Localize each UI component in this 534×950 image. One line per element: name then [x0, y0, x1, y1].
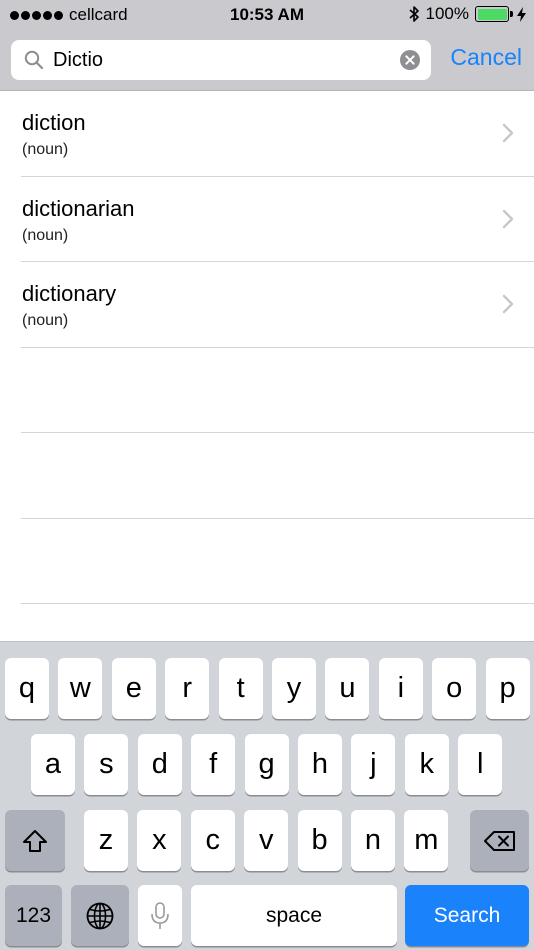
numbers-key[interactable]: 123 — [5, 885, 62, 946]
search-query: Dictio — [53, 49, 104, 71]
key-k[interactable]: k — [404, 734, 449, 795]
shift-key[interactable] — [5, 810, 65, 871]
globe-key[interactable] — [71, 885, 129, 946]
key-h[interactable]: h — [298, 734, 342, 795]
dictation-key[interactable] — [138, 885, 182, 946]
chevron-right-icon — [502, 209, 514, 228]
key-j[interactable]: j — [351, 734, 396, 795]
space-key[interactable]: space — [191, 885, 397, 946]
result-part-of-speech: (noun) — [22, 226, 69, 244]
battery-percent: 100% — [425, 4, 469, 23]
empty-row — [21, 433, 534, 519]
search-key[interactable]: Search — [405, 885, 529, 946]
delete-icon — [483, 830, 515, 851]
key-c[interactable]: c — [190, 810, 235, 871]
delete-key[interactable] — [470, 810, 529, 871]
key-z[interactable]: z — [84, 810, 128, 871]
status-right: 100% — [408, 4, 526, 24]
key-m[interactable]: m — [404, 810, 449, 871]
result-word: diction — [22, 110, 86, 135]
key-a[interactable]: a — [31, 734, 75, 795]
key-u[interactable]: u — [325, 658, 370, 719]
charging-bolt-icon — [517, 6, 526, 22]
results-list: diction (noun) dictionarian (noun) dicti… — [0, 91, 534, 604]
battery-level — [477, 8, 507, 20]
chevron-right-icon — [502, 294, 514, 314]
key-r[interactable]: r — [165, 658, 210, 719]
key-s[interactable]: s — [84, 734, 129, 795]
key-l[interactable]: l — [458, 734, 503, 795]
clear-icon[interactable] — [400, 50, 420, 70]
result-row-dictionarian[interactable]: dictionarian (noun) — [21, 177, 534, 262]
microphone-icon — [151, 901, 169, 929]
key-w[interactable]: w — [58, 658, 103, 719]
chevron-right-icon — [502, 123, 514, 143]
result-word: dictionarian — [22, 195, 135, 221]
key-e[interactable]: e — [111, 658, 156, 719]
empty-row — [21, 519, 534, 604]
result-row-diction[interactable]: diction (noun) — [21, 91, 534, 177]
search-input[interactable]: Dictio — [11, 40, 431, 80]
key-p[interactable]: p — [485, 658, 530, 719]
key-f[interactable]: f — [191, 734, 236, 795]
key-x[interactable]: x — [137, 810, 182, 871]
shift-icon — [23, 829, 47, 852]
result-part-of-speech: (noun) — [22, 312, 69, 329]
empty-row — [21, 348, 534, 433]
result-row-dictionary[interactable]: dictionary (noun) — [21, 262, 534, 348]
key-n[interactable]: n — [351, 810, 395, 871]
key-b[interactable]: b — [297, 810, 342, 871]
key-q[interactable]: q — [5, 658, 49, 719]
cancel-button[interactable]: Cancel — [450, 44, 522, 71]
key-v[interactable]: v — [244, 810, 289, 871]
key-o[interactable]: o — [432, 658, 477, 719]
keyboard: qwertyuiop asdfghjkl zxcvbnm 123 space S — [0, 641, 534, 950]
result-part-of-speech: (noun) — [22, 141, 69, 158]
key-t[interactable]: t — [218, 658, 263, 719]
key-y[interactable]: y — [272, 658, 316, 719]
search-bar: Dictio Cancel — [0, 30, 534, 91]
globe-icon — [86, 902, 114, 929]
key-i[interactable]: i — [378, 658, 423, 719]
result-word: dictionary — [22, 281, 117, 306]
status-bar: cellcard 10:53 AM 100% — [0, 0, 534, 30]
key-g[interactable]: g — [244, 734, 289, 795]
key-d[interactable]: d — [137, 734, 182, 795]
bluetooth-icon — [408, 6, 419, 22]
search-icon — [24, 50, 44, 70]
battery-icon — [475, 6, 513, 22]
